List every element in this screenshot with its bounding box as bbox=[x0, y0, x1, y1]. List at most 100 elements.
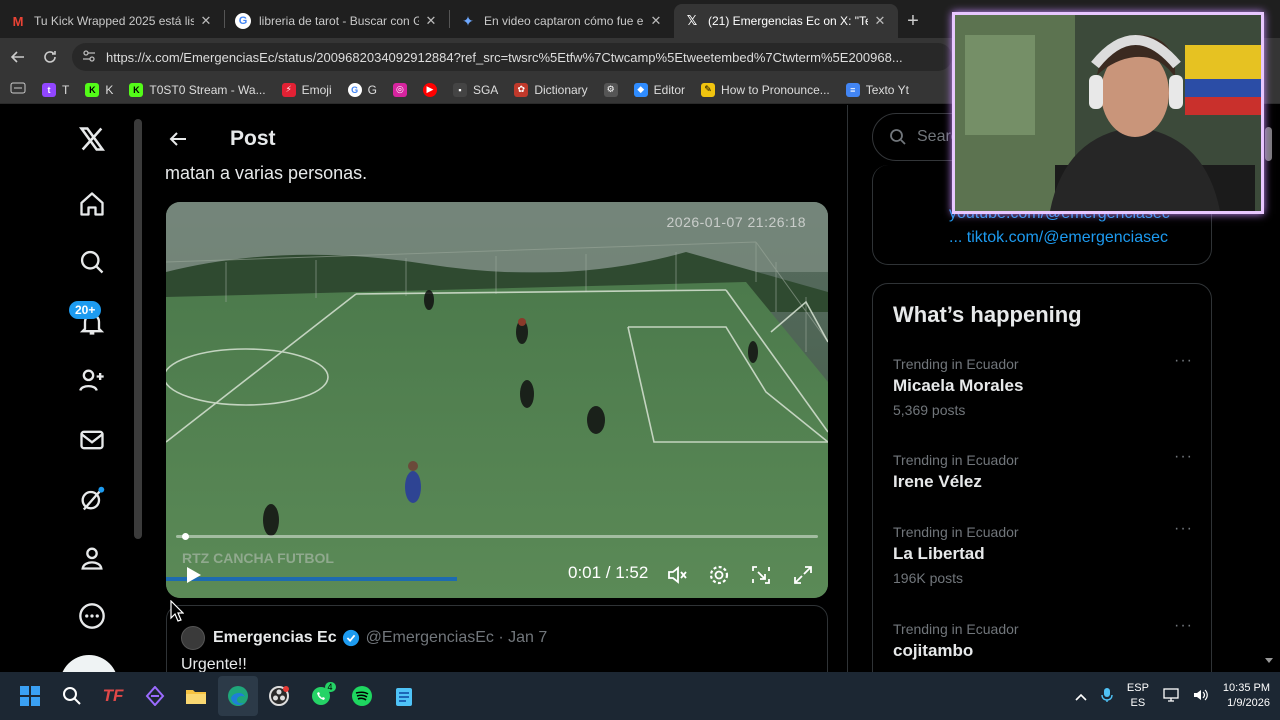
quote-handle-date[interactable]: @EmergenciasEc · Jan 7 bbox=[366, 629, 548, 647]
close-tab-icon[interactable]: ✕ bbox=[423, 13, 439, 29]
more-options-icon[interactable] bbox=[64, 596, 120, 636]
trend-count: 5,369 posts bbox=[893, 402, 966, 418]
close-tab-icon[interactable]: ✕ bbox=[198, 13, 214, 29]
grok-icon[interactable] bbox=[64, 479, 120, 519]
microphone-icon[interactable] bbox=[1101, 687, 1113, 706]
bookmark-twitch[interactable]: tT bbox=[42, 82, 70, 97]
quote-author-name[interactable]: Emergencias Ec bbox=[213, 629, 337, 647]
browser-tab-emergencias[interactable]: 𝕏 (21) Emergencias Ec on X: "Terrible ✕ bbox=[674, 4, 898, 38]
video-buffer-bar bbox=[166, 577, 458, 581]
page-scrollbar-thumb[interactable] bbox=[1265, 127, 1272, 161]
back-arrow-icon[interactable] bbox=[148, 119, 208, 159]
avatar[interactable] bbox=[181, 626, 205, 650]
close-tab-icon[interactable]: ✕ bbox=[872, 13, 888, 29]
left-navigation: 20+ bbox=[4, 105, 134, 672]
mouse-cursor-icon bbox=[170, 600, 184, 622]
trend-name: Irene Vélez bbox=[893, 472, 982, 491]
webcam-streamer-image bbox=[955, 15, 1261, 211]
reload-button[interactable] bbox=[34, 41, 66, 73]
gemini-icon: ✦ bbox=[462, 12, 474, 29]
system-tray: ESP ES 10:35 PM 1/9/2026 bbox=[1075, 672, 1270, 720]
taskbar-file-explorer[interactable] bbox=[176, 676, 216, 716]
x-logo-icon[interactable] bbox=[64, 119, 120, 159]
bookmark-google[interactable]: GG bbox=[347, 82, 377, 97]
bio-link-tiktok[interactable]: ... tiktok.com/@emergenciasec bbox=[949, 229, 1168, 247]
quoted-tweet[interactable]: Emergencias Ec @EmergenciasEc · Jan 7 Ur… bbox=[166, 605, 828, 672]
more-icon[interactable]: ··· bbox=[1174, 617, 1193, 635]
quote-text: Urgente!! bbox=[181, 656, 247, 672]
home-icon[interactable] bbox=[64, 184, 120, 224]
video-settings-button[interactable] bbox=[704, 560, 734, 590]
bookmark-label: T bbox=[62, 82, 70, 97]
trend-context: Trending in Ecuador bbox=[893, 524, 1019, 540]
fullscreen-button[interactable] bbox=[788, 560, 818, 590]
taskbar-notepad[interactable] bbox=[384, 676, 424, 716]
trend-item[interactable]: Trending in Ecuador Irene Vélez ··· bbox=[893, 448, 1193, 492]
nav-scrollbar[interactable] bbox=[134, 119, 142, 539]
trend-context: Trending in Ecuador bbox=[893, 356, 1019, 372]
bookmark-how-to-pronounce[interactable]: ✎ How to Pronounce... bbox=[701, 82, 830, 97]
play-button[interactable] bbox=[178, 560, 208, 590]
mute-button[interactable] bbox=[662, 560, 692, 590]
scroll-down-arrow-icon[interactable] bbox=[1264, 657, 1274, 665]
youtube-icon: ▶ bbox=[422, 82, 437, 97]
bookmark-dictionary[interactable]: ✿ Dictionary bbox=[514, 82, 588, 97]
trend-item[interactable]: Trending in Ecuador cojitambo ··· bbox=[893, 617, 1193, 661]
url-bar[interactable]: https://x.com/EmergenciasEc/status/20096… bbox=[72, 43, 952, 71]
browser-tab-tarot-search[interactable]: G libreria de tarot - Buscar con Goog ✕ bbox=[225, 4, 449, 38]
bookmark-youtube[interactable]: ▶ bbox=[422, 82, 437, 97]
bookmark-sga[interactable]: ▪ SGA bbox=[452, 82, 498, 97]
follow-icon[interactable] bbox=[64, 360, 120, 400]
chevron-up-icon[interactable] bbox=[1075, 688, 1087, 704]
bookmark-tosto-stream[interactable]: K T0ST0 Stream - Wa... bbox=[129, 82, 266, 97]
browser-tab-kick-wrapped[interactable]: M Tu Kick Wrapped 2025 está listo - ✕ bbox=[0, 4, 224, 38]
profile-icon[interactable] bbox=[64, 538, 120, 578]
more-icon[interactable]: ··· bbox=[1174, 520, 1193, 538]
kick-icon: K bbox=[85, 82, 100, 97]
bookmark-editor[interactable]: ◆ Editor bbox=[633, 82, 686, 97]
trend-count: 196K posts bbox=[893, 570, 964, 586]
back-button[interactable] bbox=[2, 41, 34, 73]
bookmark-instagram[interactable]: ◎ bbox=[392, 82, 407, 97]
picture-in-picture-button[interactable] bbox=[746, 560, 776, 590]
stream-app-icon bbox=[145, 686, 164, 706]
taskbar-search-button[interactable] bbox=[52, 676, 92, 716]
bookmark-settings[interactable]: ⚙ bbox=[603, 82, 618, 97]
taskbar-app-tf[interactable]: TF bbox=[93, 676, 133, 716]
bookmark-kick[interactable]: KK bbox=[85, 82, 114, 97]
browser-tab-video-news[interactable]: ✦ En video captaron cómo fue el ata ✕ bbox=[450, 4, 674, 38]
bookmarks-menu-icon[interactable] bbox=[10, 82, 26, 97]
input-language[interactable]: ESP ES bbox=[1127, 681, 1149, 711]
video-player[interactable]: 2026-01-07 21:26:18 RTZ CANCHA FUTBOL 0:… bbox=[166, 202, 828, 598]
close-tab-icon[interactable]: ✕ bbox=[648, 13, 664, 29]
network-icon[interactable] bbox=[1163, 687, 1179, 705]
bookmark-label: K bbox=[105, 82, 114, 97]
bookmark-label: Dictionary bbox=[534, 82, 588, 97]
bookmark-emoji[interactable]: ⚡ Emoji bbox=[281, 82, 332, 97]
new-tab-button[interactable]: + bbox=[898, 4, 928, 38]
google-icon: G bbox=[235, 13, 251, 29]
taskbar-edge-browser[interactable] bbox=[217, 676, 258, 716]
messages-envelope-icon[interactable] bbox=[64, 420, 120, 460]
taskbar-clock[interactable]: 10:35 PM 1/9/2026 bbox=[1223, 681, 1270, 711]
bookmark-label: Editor bbox=[653, 82, 686, 97]
trend-item[interactable]: Trending in Ecuador La Libertad 196K pos… bbox=[893, 520, 1193, 586]
more-icon[interactable]: ··· bbox=[1174, 352, 1193, 370]
taskbar-obs[interactable] bbox=[259, 676, 299, 716]
trend-item[interactable]: Trending in Ecuador Micaela Morales 5,36… bbox=[893, 352, 1193, 418]
video-progress-bar[interactable] bbox=[176, 533, 818, 540]
post-header: Post bbox=[148, 117, 276, 161]
video-time: 0:01 / 1:52 bbox=[568, 563, 649, 582]
trend-name: Micaela Morales bbox=[893, 376, 1024, 395]
more-icon[interactable]: ··· bbox=[1174, 448, 1193, 466]
taskbar-whatsapp[interactable]: 4 bbox=[301, 676, 341, 716]
volume-icon[interactable] bbox=[1193, 688, 1209, 705]
post-compose-button[interactable] bbox=[60, 655, 118, 672]
site-info-icon[interactable] bbox=[82, 49, 98, 66]
bookmark-texto-yt[interactable]: ≡ Texto Yt bbox=[845, 82, 909, 97]
start-button[interactable] bbox=[10, 676, 50, 716]
taskbar-spotify[interactable] bbox=[342, 676, 382, 716]
search-icon[interactable] bbox=[64, 242, 120, 282]
windows-taskbar: TF 4 ESP ES 10:35 PM 1/9/2026 bbox=[0, 672, 1280, 720]
taskbar-app-stream[interactable] bbox=[135, 676, 175, 716]
